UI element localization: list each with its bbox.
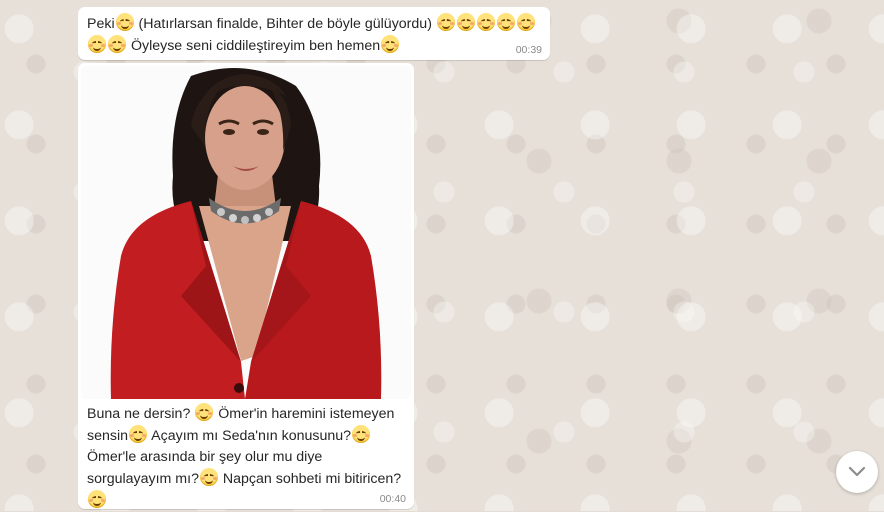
woman-photo-illustration (81, 66, 411, 399)
smiling-face-emoji (88, 35, 106, 53)
message-text-segment: Açayım mı Seda'nın konusunu? (148, 428, 352, 444)
smiling-face-emoji (199, 468, 218, 486)
message-text-segment: Buna ne dersin? (87, 406, 195, 422)
message-text-segment: (Hatırlarsan finalde, Bihter de böyle gü… (134, 16, 436, 32)
smiling-face-emoji (436, 13, 455, 31)
smiling-face-emoji (516, 13, 535, 31)
message-text: Peki (Hatırlarsan finalde, Bihter de böy… (87, 13, 542, 57)
smiling-face-emoji (195, 403, 214, 421)
smiling-face-emoji (129, 425, 148, 443)
smiling-face-emoji (115, 13, 134, 31)
message-timestamp: 00:39 (515, 44, 542, 56)
chevron-down-icon (848, 466, 866, 477)
scroll-down-button[interactable] (836, 451, 878, 493)
smiling-face-emoji (476, 13, 495, 31)
smiling-face-emoji (381, 35, 400, 53)
message-text-segment: Napçan sohbeti mi bitiricen? (218, 471, 402, 487)
message-bubble[interactable]: Peki (Hatırlarsan finalde, Bihter de böy… (78, 7, 550, 60)
message-photo[interactable] (81, 66, 411, 399)
smiling-face-emoji (456, 13, 475, 31)
message-text-segment: Peki (87, 16, 115, 32)
smiling-face-emoji (496, 13, 515, 31)
smiling-face-emoji (108, 35, 126, 53)
smiling-face-emoji (88, 490, 106, 508)
message-text-segment: Öyleyse seni ciddileştireyim ben hemen (127, 38, 381, 54)
image-message-bubble[interactable]: Buna ne dersin? Ömer'in haremini istemey… (78, 63, 414, 509)
smiling-face-emoji (352, 425, 371, 443)
message-timestamp: 00:40 (379, 493, 406, 505)
message-caption: Buna ne dersin? Ömer'in haremini istemey… (87, 403, 405, 512)
